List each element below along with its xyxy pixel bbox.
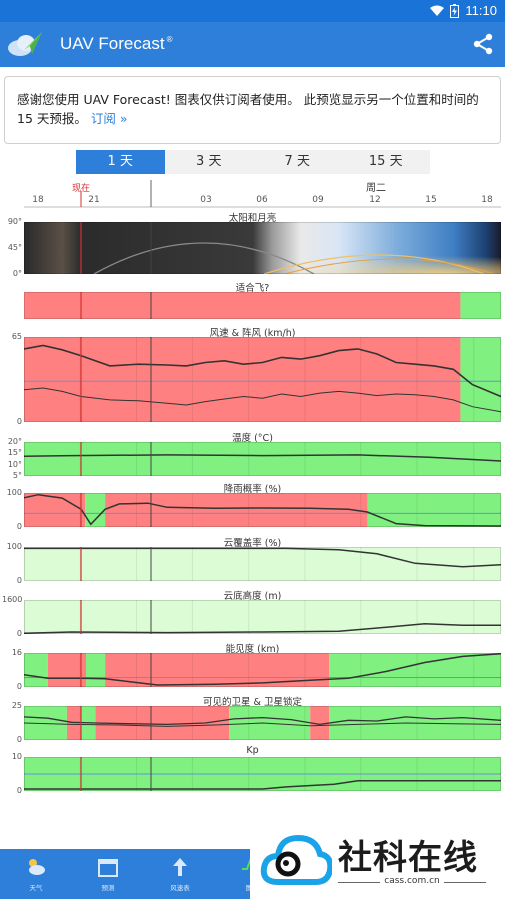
y-tick-label: 0	[16, 786, 22, 795]
range-tabs: 1 天3 天7 天 15 天	[76, 150, 430, 174]
panel-wind: 风速 & 阵风 (km/h) 65 0	[0, 325, 505, 426]
chart-plot	[24, 493, 501, 527]
fly-segment	[329, 653, 501, 687]
panel-fly: 适合飞?	[0, 280, 505, 321]
clock: 11:10	[465, 3, 497, 18]
range-tab-2[interactable]: 7 天	[253, 150, 342, 174]
status-bar: 11:10	[0, 0, 505, 22]
chart-plot	[24, 547, 501, 581]
panel-satellites: 可见的卫星 & 卫星锁定 25 0	[0, 694, 505, 744]
chart-plot	[24, 757, 501, 791]
y-tick-label: 0°	[12, 269, 22, 278]
time-axis: 现在 周二 18 21 03 06 09 12 15 18	[0, 178, 505, 208]
bottom-nav-label: 天气	[29, 884, 43, 892]
range-tab-1[interactable]: 3 天	[165, 150, 254, 174]
panel-kp: Kp 10 0	[0, 745, 505, 795]
fly-segment	[86, 653, 106, 687]
y-tick-label: 100	[6, 488, 22, 497]
y-tick-label: 0	[16, 522, 22, 531]
panel-cloud: 云覆盖率 (%) 100 0	[0, 535, 505, 585]
y-tick-label: 100	[6, 542, 22, 551]
uav-logo-icon	[8, 32, 42, 56]
y-tick-label: 0	[16, 735, 22, 744]
panel-sun-moon: 太阳和月亮 90° 45° 0°	[0, 210, 505, 278]
chart-plot	[24, 600, 501, 634]
chart-plot	[24, 292, 501, 319]
no-fly-segment	[24, 292, 461, 319]
panel-temp: 温度 (°C) 20° 15° 10° 5°	[0, 430, 505, 480]
y-tick-label: 5°	[12, 471, 22, 480]
y-tick-label: 1600	[2, 595, 23, 604]
chart-plot	[24, 653, 501, 687]
chart-plot	[24, 337, 501, 422]
y-tick-label: 15°	[7, 448, 22, 458]
y-tick-label: 0	[16, 417, 22, 426]
chart-plot	[24, 222, 501, 274]
calendar-icon	[98, 859, 118, 877]
arrow-up-icon	[173, 858, 187, 876]
no-fly-segment	[24, 493, 86, 527]
bottom-nav-item[interactable]: 预测	[72, 849, 144, 899]
y-tick-label: 10	[11, 752, 22, 761]
range-tab-3[interactable]: 15 天	[342, 150, 431, 174]
wifi-icon	[430, 5, 445, 16]
watermark-brand: 社科在线	[338, 838, 478, 878]
y-tick-label: 0	[16, 682, 22, 691]
fly-segment	[367, 493, 501, 527]
fly-segment	[24, 600, 501, 634]
app-title: UAV Forecast ®	[60, 34, 173, 53]
battery-charging-icon	[450, 3, 460, 18]
y-tick-label: 90°	[7, 217, 22, 226]
share-icon[interactable]	[471, 32, 495, 56]
bottom-nav-label: 风速表	[170, 884, 190, 892]
panel-visibility: 能见度 (km) 16 0	[0, 641, 505, 691]
y-tick-label: 45°	[7, 243, 22, 252]
weather-icon	[29, 859, 45, 875]
cloud-logo-icon	[260, 834, 332, 885]
app-bar: UAV Forecast ®	[0, 22, 505, 67]
panel-title: Kp	[246, 745, 259, 756]
y-tick-label: 0	[16, 629, 22, 638]
no-fly-segment	[24, 337, 461, 422]
notice-text: 感谢您使用 UAV Forecast! 图表仅供订阅者使用。 此预览显示另一个位…	[17, 92, 479, 126]
subscribe-link[interactable]: 订阅 »	[91, 111, 128, 126]
panel-cloud-base: 云底高度 (m) 1600 0	[0, 588, 505, 638]
bottom-nav-item[interactable]: 天气	[0, 849, 72, 899]
watermark-url: cass.com.cn	[384, 876, 440, 886]
bottom-nav-label: 预测	[101, 884, 115, 892]
fly-segment	[24, 653, 48, 687]
watermark: 社科在线 cass.com.cn	[250, 820, 505, 899]
fly-segment	[460, 292, 501, 319]
range-tab-0[interactable]: 1 天	[76, 150, 165, 174]
bottom-nav-item[interactable]: 风速表	[144, 849, 216, 899]
subscription-notice: 感谢您使用 UAV Forecast! 图表仅供订阅者使用。 此预览显示另一个位…	[4, 76, 501, 144]
fly-segment	[85, 493, 106, 527]
chart-plot	[24, 442, 501, 476]
fly-segment	[24, 442, 501, 476]
y-tick-label: 20°	[7, 437, 22, 446]
panel-precip: 降雨概率 (%) 100 0	[0, 481, 505, 531]
chart-plot	[24, 706, 501, 740]
y-tick-label: 16	[11, 648, 22, 657]
no-fly-segment	[105, 653, 330, 687]
no-fly-segment	[105, 493, 368, 527]
y-tick-label: 65	[11, 332, 22, 341]
y-tick-label: 10°	[7, 459, 22, 469]
y-tick-label: 25	[11, 701, 22, 710]
y-tick-label: 0	[16, 576, 22, 585]
